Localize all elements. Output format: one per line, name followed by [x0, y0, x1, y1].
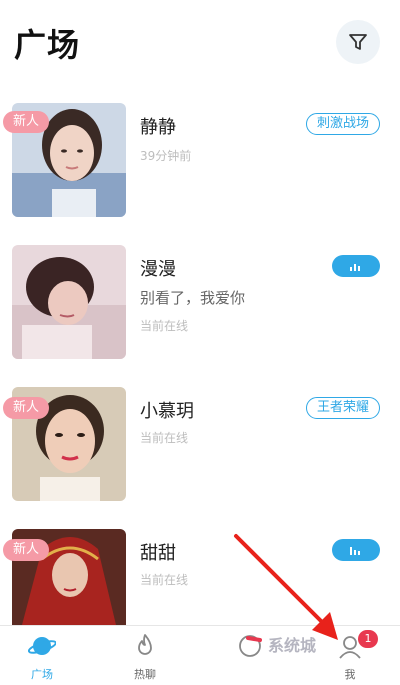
- tab-me[interactable]: 1 我: [310, 626, 390, 685]
- tab-label: 我: [344, 668, 356, 681]
- last-seen: 39分钟前: [140, 149, 192, 163]
- online-status: 当前在线: [140, 431, 189, 445]
- page-title: 广场: [14, 26, 81, 64]
- user-message: 别看了，我爱你: [140, 289, 246, 307]
- voice-tag[interactable]: [332, 539, 380, 561]
- filter-button[interactable]: [336, 20, 380, 64]
- new-badge: 新人: [3, 539, 49, 561]
- new-badge: 新人: [3, 397, 49, 419]
- header: 广场: [0, 0, 400, 90]
- voice-wave-icon: [350, 264, 360, 271]
- voice-wave-icon: [350, 547, 360, 555]
- voice-tag[interactable]: [332, 255, 380, 277]
- message-icon: [239, 635, 262, 657]
- notification-badge: 1: [358, 630, 378, 648]
- watermark: 系统城: [268, 636, 317, 655]
- game-tag[interactable]: 王者荣耀: [305, 397, 380, 419]
- flame-icon: [138, 634, 152, 655]
- user-name: 小慕玥: [140, 401, 194, 422]
- tab-plaza[interactable]: 广场: [2, 626, 82, 685]
- user-name: 甜甜: [140, 543, 176, 564]
- online-status: 当前在线: [140, 319, 189, 333]
- bottom-tab-bar: 广场 热聊 1 我: [0, 625, 400, 685]
- tab-label: 广场: [31, 668, 53, 681]
- user-card[interactable]: 新人 小慕玥 当前在线 王者荣耀: [0, 387, 400, 507]
- planet-icon: [28, 637, 56, 655]
- avatar[interactable]: [12, 245, 126, 359]
- filter-icon: [349, 34, 367, 50]
- tab-label: 热聊: [134, 668, 156, 681]
- tab-hot-chat[interactable]: 热聊: [105, 626, 185, 685]
- user-name: 漫漫: [140, 259, 176, 280]
- user-card[interactable]: 漫漫 别看了，我爱你 当前在线: [0, 245, 400, 365]
- online-status: 当前在线: [140, 573, 189, 587]
- game-tag[interactable]: 刺激战场: [305, 113, 380, 135]
- user-name: 静静: [140, 117, 176, 138]
- new-badge: 新人: [3, 111, 49, 133]
- user-card[interactable]: 新人 静静 39分钟前 刺激战场: [0, 103, 400, 223]
